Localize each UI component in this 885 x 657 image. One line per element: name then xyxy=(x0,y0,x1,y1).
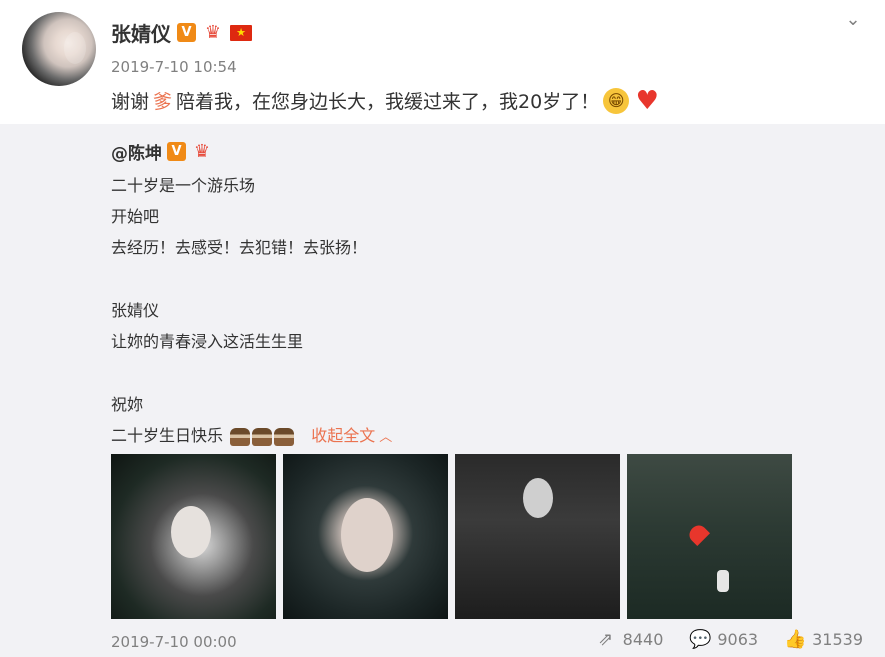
post-text-before: 谢谢 xyxy=(111,91,150,113)
repost-last-line: 二十岁生日快乐 收起全文 ︿ xyxy=(111,422,392,446)
repost-line: 开始吧 xyxy=(111,207,160,226)
cake-icon xyxy=(274,427,295,446)
repost-author-link[interactable]: @陈坤 xyxy=(111,139,162,164)
repost-line: 二十岁是一个游乐场 xyxy=(111,176,256,195)
photo-tree-heart[interactable] xyxy=(627,454,792,619)
crown-icon[interactable]: ♛ xyxy=(202,22,224,43)
avatar[interactable] xyxy=(22,12,96,86)
like-count: 31539 xyxy=(812,630,863,649)
repost-line: 去经历！去感受！去犯错！去张扬！ xyxy=(111,238,368,257)
cake-emoji-group xyxy=(230,427,295,446)
cake-icon xyxy=(230,427,251,446)
post-author: 张婧仪 V ♛ ★ xyxy=(111,18,252,47)
collapse-text-link[interactable]: 收起全文 xyxy=(311,426,375,445)
comment-button[interactable]: 💬 9063 xyxy=(689,629,758,650)
verified-v-icon[interactable]: V xyxy=(177,23,196,42)
photo-bubbles-girl[interactable] xyxy=(111,454,276,619)
photo-grid xyxy=(111,454,792,619)
repost-line: 让妳的青春浸入这活生生里 xyxy=(111,332,304,351)
repost-line: 张婧仪 xyxy=(111,301,160,320)
post-text: 谢谢爹陪着我，在您身边长大，我缓过来了，我20岁了！ 😁 ♥ xyxy=(111,85,661,116)
china-flag-icon: ★ xyxy=(230,24,252,41)
repost-author: @陈坤 V ♛ xyxy=(111,139,213,164)
post-time[interactable]: 2019-7-10 10:54 xyxy=(111,58,237,76)
repost-line: 二十岁生日快乐 xyxy=(111,426,224,445)
photo-girl-jacket[interactable] xyxy=(455,454,620,619)
like-button[interactable]: 👍 31539 xyxy=(784,629,863,650)
repost-count: 8440 xyxy=(622,630,664,649)
cake-icon xyxy=(252,427,273,446)
grin-emoji-icon: 😁 xyxy=(603,87,630,114)
share-icon: ⇗ xyxy=(598,629,614,650)
verified-v-icon[interactable]: V xyxy=(167,142,186,161)
comment-icon: 💬 xyxy=(689,629,712,650)
author-name-link[interactable]: 张婧仪 xyxy=(111,18,171,47)
photo-portrait[interactable] xyxy=(283,454,448,619)
comment-count: 9063 xyxy=(717,630,759,649)
repost-time[interactable]: 2019-7-10 00:00 xyxy=(111,633,237,651)
post-text-after: 陪着我，在您身边长大，我缓过来了，我20岁了！ xyxy=(176,91,600,113)
repost-line: 祝妳 xyxy=(111,395,144,414)
action-bar: ⇗ 8440 💬 9063 👍 31539 xyxy=(595,629,863,650)
heart-emoji-icon: ♥ xyxy=(635,85,659,116)
repost-button[interactable]: ⇗ 8440 xyxy=(595,629,664,650)
thumbs-up-icon: 👍 xyxy=(784,629,807,650)
crown-icon[interactable]: ♛ xyxy=(191,141,213,162)
chevron-up-icon[interactable]: ︿ xyxy=(379,430,392,445)
chevron-down-icon[interactable]: ⌄ xyxy=(843,10,863,30)
post-text-highlight: 爹 xyxy=(153,91,173,113)
